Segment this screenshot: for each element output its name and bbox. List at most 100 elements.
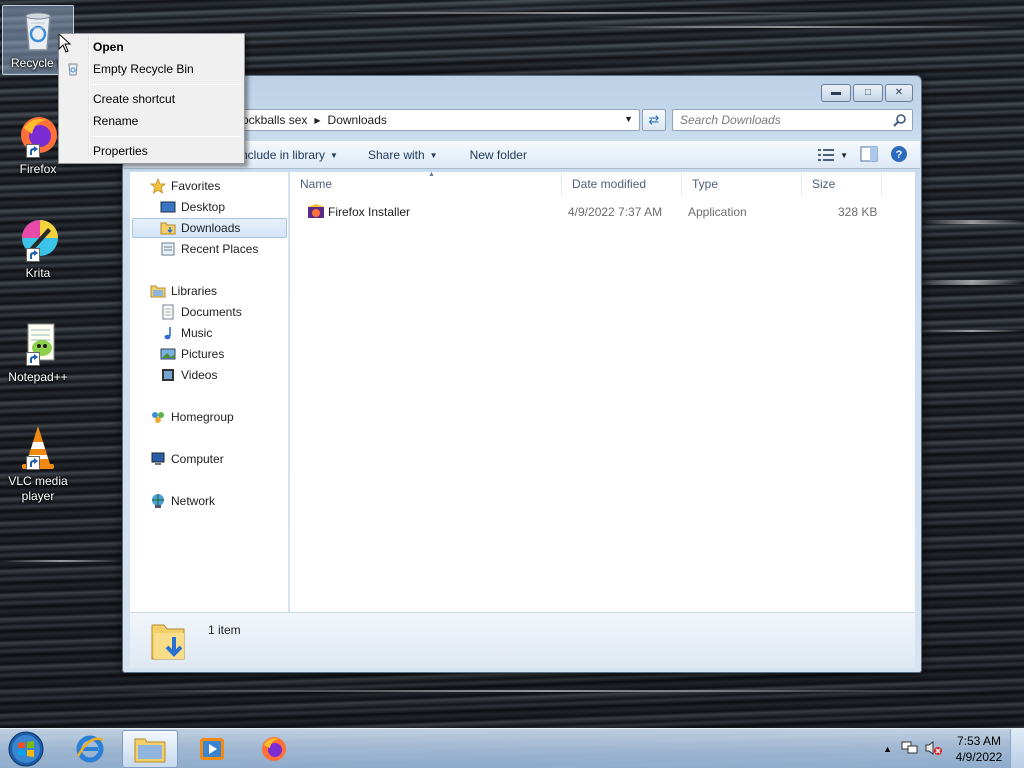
minimize-icon: ▬ xyxy=(831,87,841,98)
preview-pane-button[interactable] xyxy=(860,146,878,165)
desktop-icon-krita[interactable]: Krita xyxy=(2,216,74,281)
nav-videos[interactable]: Videos xyxy=(160,365,217,385)
view-list-icon xyxy=(818,149,835,161)
help-button[interactable]: ? xyxy=(890,145,908,166)
column-header-date-modified[interactable]: Date modified xyxy=(562,172,682,196)
shortcut-arrow-icon xyxy=(26,248,40,262)
new-folder-label: New folder xyxy=(469,148,527,162)
close-button[interactable]: ✕ xyxy=(885,84,913,102)
firefox-icon xyxy=(14,112,62,160)
explorer-window[interactable]: ▬ □ ✕ ockballs sex ▶ Downloads ▼ ⇄ Searc… xyxy=(122,75,922,673)
chevron-down-icon: ▼ xyxy=(429,150,438,160)
menu-item-rename[interactable]: Rename xyxy=(93,110,138,132)
recent-places-icon xyxy=(160,241,176,257)
toolbar-right: ▼ ? xyxy=(818,145,920,166)
nav-documents[interactable]: Documents xyxy=(160,302,242,322)
column-header-type[interactable]: Type xyxy=(682,172,802,196)
breadcrumb-segment[interactable]: ockballs sex xyxy=(242,113,307,127)
nav-pictures[interactable]: Pictures xyxy=(160,344,224,364)
search-input[interactable]: Search Downloads xyxy=(672,109,913,131)
breadcrumb-segment[interactable]: Downloads xyxy=(328,113,387,127)
menu-item-open[interactable]: Open xyxy=(93,36,124,58)
file-row[interactable]: Firefox Installer 4/9/2022 7:37 AM Appli… xyxy=(290,202,915,222)
wallpaper-streak xyxy=(560,26,1020,28)
libraries-icon xyxy=(150,283,166,299)
context-menu: Open Empty Recycle Bin Create shortcut R… xyxy=(58,33,245,164)
nav-label: Computer xyxy=(171,452,224,466)
nav-recent-places[interactable]: Recent Places xyxy=(160,239,258,259)
file-date-modified: 4/9/2022 7:37 AM xyxy=(568,205,663,219)
documents-icon xyxy=(160,304,176,320)
desktop-icon xyxy=(160,199,176,215)
desktop-icon-notepadpp[interactable]: Notepad++ xyxy=(2,320,74,385)
search-icon[interactable] xyxy=(893,113,907,130)
new-folder-button[interactable]: New folder xyxy=(450,148,539,162)
nav-label: Music xyxy=(181,326,213,340)
start-button[interactable] xyxy=(4,730,48,768)
recycle-bin-icon xyxy=(14,6,62,54)
share-with-button[interactable]: Share with ▼ xyxy=(350,148,450,162)
nav-computer[interactable]: Computer xyxy=(150,449,224,469)
show-desktop-button[interactable] xyxy=(1010,729,1024,768)
taskbar-media-player[interactable] xyxy=(184,730,240,768)
menu-item-properties[interactable]: Properties xyxy=(93,140,148,162)
help-icon: ? xyxy=(891,145,907,162)
maximize-icon: □ xyxy=(864,87,872,98)
internet-explorer-icon xyxy=(76,735,104,763)
windows-orb-icon xyxy=(8,731,44,767)
nav-desktop[interactable]: Desktop xyxy=(160,197,225,217)
nav-label: Libraries xyxy=(171,284,218,298)
maximize-button[interactable]: □ xyxy=(853,84,883,102)
breadcrumb-arrow-icon[interactable]: ▶ xyxy=(314,116,320,125)
nav-favorites[interactable]: Favorites xyxy=(149,176,221,196)
share-with-label: Share with xyxy=(367,148,425,162)
chevron-down-icon: ▼ xyxy=(840,150,848,160)
chevron-down-icon: ▼ xyxy=(330,150,338,160)
close-icon: ✕ xyxy=(894,87,904,98)
downloads-folder-icon xyxy=(160,220,176,236)
nav-label: Favorites xyxy=(171,179,221,193)
nav-music[interactable]: Music xyxy=(160,323,212,343)
notification-area: ▲ 7:53 AM 4/9/2022 xyxy=(877,729,1024,768)
nav-label: Pictures xyxy=(181,347,225,361)
nav-label: Recent Places xyxy=(181,242,259,256)
address-bar[interactable]: ockballs sex ▶ Downloads ▼ xyxy=(235,109,640,131)
refresh-button[interactable]: ⇄ xyxy=(642,109,666,131)
downloads-folder-large-icon xyxy=(150,619,190,666)
menu-item-label: Create shortcut xyxy=(93,92,176,106)
videos-icon xyxy=(160,367,176,383)
menu-item-label: Properties xyxy=(93,144,148,158)
desktop-icon-label: Firefox xyxy=(19,162,57,176)
file-name: Firefox Installer xyxy=(328,205,411,219)
view-options-button[interactable]: ▼ xyxy=(818,149,848,161)
clock-date: 4/9/2022 xyxy=(955,750,1003,764)
address-dropdown-icon[interactable]: ▼ xyxy=(624,114,633,124)
taskbar-windows-explorer[interactable] xyxy=(122,730,178,768)
krita-icon xyxy=(14,216,62,264)
mouse-cursor-icon xyxy=(58,32,72,56)
music-icon xyxy=(160,325,176,341)
show-hidden-icons-button[interactable]: ▲ xyxy=(877,744,898,754)
menu-item-empty-recycle-bin[interactable]: Empty Recycle Bin xyxy=(93,58,194,80)
nav-network[interactable]: Network xyxy=(150,491,215,511)
include-in-library-label: nclude in library xyxy=(241,148,326,162)
clock[interactable]: 7:53 AM 4/9/2022 xyxy=(948,733,1010,765)
nav-label: Network xyxy=(171,494,216,508)
taskbar-firefox[interactable] xyxy=(246,730,302,768)
menu-item-create-shortcut[interactable]: Create shortcut xyxy=(93,88,175,110)
nav-downloads[interactable]: Downloads xyxy=(132,218,287,238)
taskbar-internet-explorer[interactable] xyxy=(62,730,118,768)
desktop-icon-vlc[interactable]: VLC media player xyxy=(2,424,74,504)
nav-libraries[interactable]: Libraries xyxy=(150,281,217,301)
column-header-name[interactable]: Name ▲ xyxy=(290,171,562,196)
menu-item-label: Rename xyxy=(93,114,139,128)
desktop-icon-label: Krita xyxy=(25,266,51,280)
volume-muted-icon[interactable] xyxy=(922,740,948,759)
column-header-label: Size xyxy=(812,177,836,191)
column-header-size[interactable]: Size xyxy=(802,172,882,196)
minimize-button[interactable]: ▬ xyxy=(821,84,851,102)
nav-homegroup[interactable]: Homegroup xyxy=(150,407,234,427)
network-tray-icon[interactable] xyxy=(898,740,922,759)
star-icon xyxy=(149,177,167,194)
network-icon xyxy=(150,493,166,509)
